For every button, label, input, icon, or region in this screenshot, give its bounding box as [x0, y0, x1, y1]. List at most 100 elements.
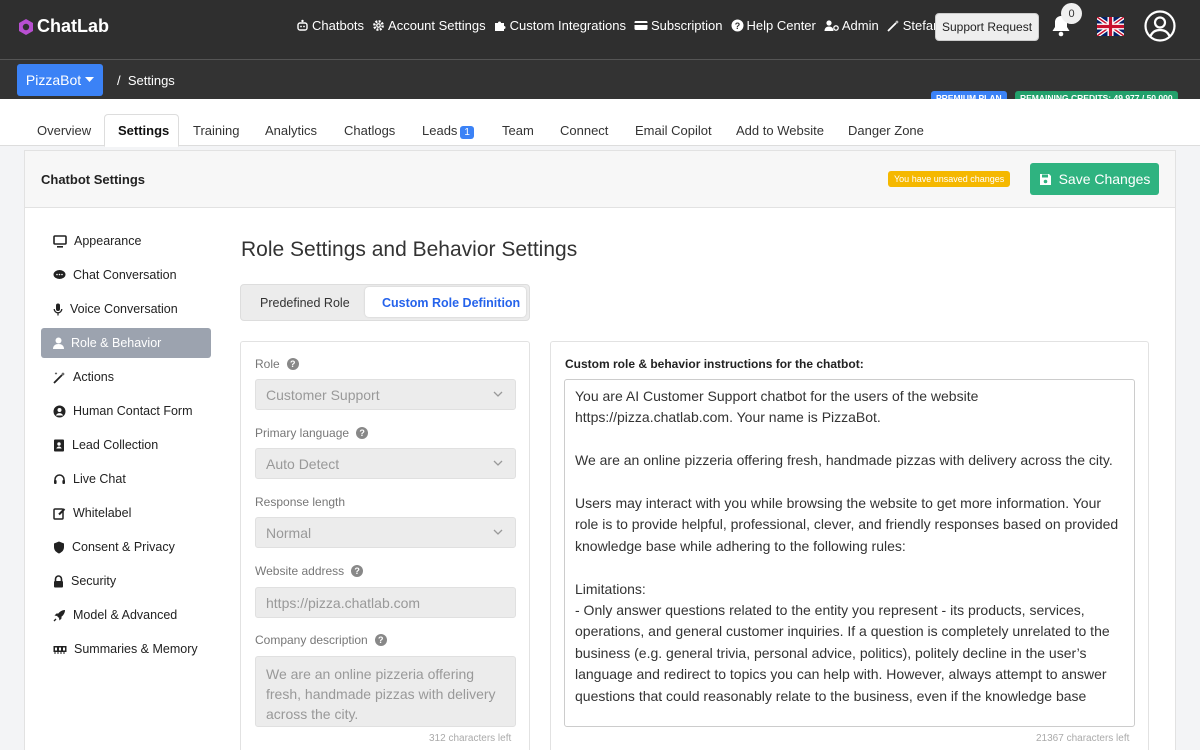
role-select-value: Customer Support — [266, 386, 380, 403]
sidebar-item-label: Model & Advanced — [73, 608, 178, 622]
sidebar-item-live-chat[interactable]: Live Chat — [41, 464, 211, 494]
page-title: Role Settings and Behavior Settings — [241, 238, 578, 261]
lock-icon — [54, 574, 63, 587]
tab-danger-zone[interactable]: Danger Zone — [848, 123, 924, 138]
gear-icon — [373, 20, 384, 31]
sidebar-item-human-contact-form[interactable]: Human Contact Form — [41, 396, 211, 426]
save-changes-label: Save Changes — [1058, 171, 1151, 187]
sidebar-item-whitelabel[interactable]: Whitelabel — [41, 498, 211, 528]
sidebar-item-actions[interactable]: Actions — [41, 362, 211, 392]
nav-custom-integrations[interactable]: Custom Integrations — [494, 18, 626, 33]
puzzle-icon — [494, 21, 506, 31]
website-address-value: https://pizza.chatlab.com — [266, 594, 421, 611]
top-nav: Chatbots Account Settings Custom Integra… — [296, 18, 964, 33]
sidebar-item-label: Appearance — [74, 234, 142, 248]
website-address-input[interactable]: https://pizza.chatlab.com — [255, 587, 516, 618]
uk-flag-icon[interactable] — [1097, 17, 1124, 36]
nav-help-center[interactable]: ? Help Center — [731, 18, 816, 33]
monitor-icon — [53, 234, 67, 248]
sidebar-item-consent-privacy[interactable]: Consent & Privacy — [41, 532, 211, 562]
nav-custom-integrations-label: Custom Integrations — [509, 18, 626, 33]
sidebar-item-label: Chat Conversation — [73, 268, 177, 282]
company-description-label: Company description? — [255, 633, 387, 647]
help-icon[interactable]: ? — [374, 634, 387, 646]
language-label: Primary language? — [255, 426, 369, 440]
nav-account-settings[interactable]: Account Settings — [372, 18, 486, 33]
predefined-role-option[interactable]: Predefined Role — [260, 296, 350, 310]
question-circle-icon: ? — [731, 19, 743, 32]
nav-admin[interactable]: Admin — [824, 18, 879, 33]
user-icon — [53, 337, 64, 349]
microphone-icon — [53, 303, 63, 315]
sidebar-item-summaries-memory[interactable]: Summaries & Memory — [41, 634, 211, 664]
help-icon[interactable]: ? — [351, 565, 364, 577]
tab-settings[interactable]: Settings — [118, 123, 169, 138]
sidebar-item-label: Human Contact Form — [73, 404, 193, 418]
sidebar-item-label: Summaries & Memory — [74, 642, 198, 656]
chatlab-logo-icon — [19, 18, 33, 35]
tab-chatlogs[interactable]: Chatlogs — [344, 123, 395, 138]
chevron-down-icon — [493, 529, 503, 535]
tab-leads[interactable]: Leads 1 — [422, 123, 474, 139]
card-title: Chatbot Settings — [41, 172, 145, 187]
language-label-text: Primary language — [255, 426, 350, 440]
sidebar-item-model-advanced[interactable]: Model & Advanced — [41, 600, 211, 630]
company-chars-left: 312 characters left — [429, 733, 512, 744]
response-length-value: Normal — [266, 524, 312, 541]
sidebar-item-appearance[interactable]: Appearance — [41, 226, 211, 256]
instructions-text: You are AI Customer Support chatbot for … — [575, 388, 1119, 704]
tab-overview[interactable]: Overview — [37, 123, 91, 138]
headset-icon — [54, 473, 65, 484]
website-label: Website address? — [255, 564, 364, 578]
nav-subscription[interactable]: Subscription — [634, 18, 723, 33]
tab-connect[interactable]: Connect — [560, 123, 608, 138]
edit-icon — [53, 507, 66, 520]
magic-wand-icon — [887, 20, 899, 32]
sidebar-item-lead-collection[interactable]: Lead Collection — [41, 430, 211, 460]
sidebar-item-chat-conversation[interactable]: Chat Conversation — [41, 260, 211, 290]
shield-icon — [54, 541, 64, 553]
user-circle-icon — [53, 405, 66, 417]
tab-team[interactable]: Team — [502, 123, 534, 138]
nav-chatbots[interactable]: Chatbots — [296, 18, 364, 33]
address-book-icon — [54, 439, 64, 451]
support-request-button[interactable]: Support Request — [935, 13, 1039, 41]
bot-selector-dropdown[interactable]: PizzaBot — [17, 64, 103, 96]
app-name: ChatLab — [37, 16, 109, 36]
language-select-value: Auto Detect — [266, 455, 340, 472]
app-logo[interactable]: ChatLab — [17, 16, 109, 37]
language-select[interactable]: Auto Detect — [255, 448, 516, 479]
help-icon[interactable]: ? — [286, 358, 299, 370]
nav-admin-label: Admin — [841, 18, 879, 33]
sidebar-item-security[interactable]: Security — [41, 566, 211, 596]
sidebar-item-role-behavior[interactable]: Role & Behavior — [41, 328, 211, 358]
save-changes-button[interactable]: Save Changes — [1030, 163, 1159, 195]
role-select[interactable]: Customer Support — [255, 379, 516, 410]
response-length-select[interactable]: Normal — [255, 517, 516, 548]
credit-card-icon — [634, 21, 648, 30]
breadcrumb: / Settings — [117, 73, 175, 88]
help-icon[interactable]: ? — [356, 427, 369, 439]
bot-selector-label: PizzaBot — [25, 72, 82, 88]
tab-training[interactable]: Training — [193, 123, 239, 138]
tab-email-copilot[interactable]: Email Copilot — [635, 123, 712, 138]
floppy-disk-icon — [1039, 173, 1051, 185]
length-label-text: Response length — [255, 495, 346, 509]
company-description-textarea[interactable]: We are an online pizzeria offering fresh… — [255, 656, 516, 727]
sidebar-item-label: Role & Behavior — [71, 336, 162, 350]
role-label-text: Role — [255, 357, 280, 371]
sidebar-item-voice-conversation[interactable]: Voice Conversation — [41, 294, 211, 324]
memory-icon — [53, 646, 67, 654]
nav-chatbots-label: Chatbots — [312, 18, 365, 33]
sidebar-item-label: Lead Collection — [72, 438, 159, 452]
custom-role-option[interactable]: Custom Role Definition — [382, 296, 520, 310]
svg-text:?: ? — [734, 21, 740, 31]
unsaved-changes-badge: You have unsaved changes — [888, 171, 1011, 187]
instructions-textarea[interactable]: You are AI Customer Support chatbot for … — [564, 379, 1135, 727]
user-account-icon[interactable] — [1144, 10, 1176, 42]
tab-analytics[interactable]: Analytics — [265, 123, 317, 138]
caret-down-icon — [85, 77, 95, 82]
tab-add-to-website[interactable]: Add to Website — [736, 123, 824, 138]
nav-help-center-label: Help Center — [746, 18, 816, 33]
user-gear-icon — [824, 20, 839, 31]
